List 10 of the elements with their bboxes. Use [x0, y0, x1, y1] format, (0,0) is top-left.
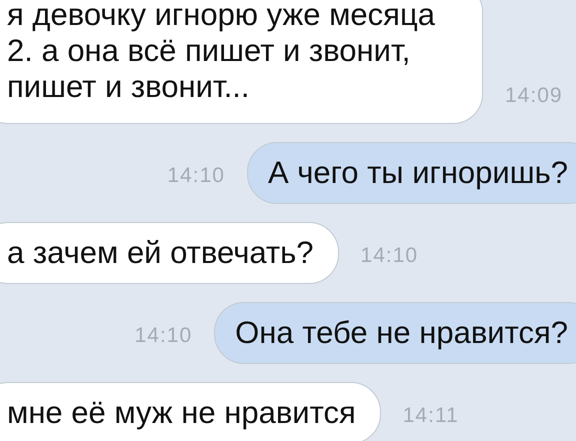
message-time: 14:11 — [402, 404, 459, 429]
incoming-message: мне её муж не нравится — [0, 382, 381, 441]
message-time: 14:09 — [505, 84, 563, 109]
message-time: 14:10 — [167, 164, 225, 189]
outgoing-message: А чего ты игноришь? — [246, 142, 576, 204]
incoming-message: я девочку игнорю уже месяца 2. а она всё пишет и звонит, пишет и звонит... — [0, 0, 483, 124]
message-time: 14:10 — [360, 244, 418, 269]
outgoing-message: Она тебе не нравится? — [214, 302, 576, 364]
message-time: 14:10 — [134, 324, 192, 349]
incoming-message: а зачем ей отвечать? — [0, 222, 339, 284]
